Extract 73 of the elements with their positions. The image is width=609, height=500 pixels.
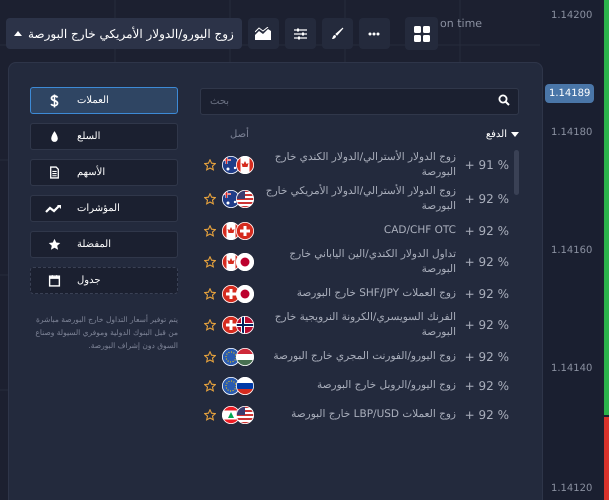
chart-type-button[interactable] xyxy=(248,18,279,49)
currency-flags-icon xyxy=(222,284,254,302)
search-field[interactable]: بحث xyxy=(200,88,519,115)
category-tab[interactable]: المفضلة xyxy=(30,231,178,258)
asset-name: زوج الدولار الأسترالي/الدولار الكندي خارج البورصة xyxy=(274,150,456,180)
current-price-badge: 1.14189 xyxy=(545,84,594,103)
drawing-tools-button[interactable] xyxy=(322,18,353,49)
asset-selector[interactable]: زوج اليورو/الدولار الأمريكي خارج البورصة xyxy=(6,18,242,49)
more-button[interactable] xyxy=(358,18,390,49)
category-tab[interactable]: السلع xyxy=(30,123,178,150)
currency-flags-icon xyxy=(222,156,254,174)
payout-value: + 92 % xyxy=(464,222,509,240)
asset-name: الفرنك السويسري/الكرونة النرويجية خارج البورصة xyxy=(274,310,456,340)
asset-name: تداول الدولار الكندي/الين الياباني خارج البورصة xyxy=(288,247,456,277)
settings-button[interactable] xyxy=(284,18,316,49)
star-icon[interactable] xyxy=(204,288,216,300)
asset-column-header: أصل xyxy=(230,126,249,142)
grid-icon xyxy=(414,26,430,42)
currency-flags-icon xyxy=(222,253,254,271)
payout-value: + 92 % xyxy=(464,406,509,424)
price-label: 1.14140 xyxy=(551,362,592,376)
star-icon[interactable] xyxy=(204,319,216,331)
star-icon[interactable] xyxy=(204,380,216,392)
area-chart-icon xyxy=(255,27,272,40)
star-icon[interactable] xyxy=(204,350,216,362)
price-label: 1.14200 xyxy=(551,9,592,23)
asset-name: زوج الدولار الأسترالي/الدولار الأمريكي خارج البورصة xyxy=(264,184,456,214)
payout-value: + 92 % xyxy=(464,286,509,302)
category-tab[interactable]: جدول xyxy=(30,267,178,294)
category-tab[interactable]: العملات xyxy=(30,87,178,114)
price-label: 1.14120 xyxy=(551,482,592,496)
price-label: 1.14180 xyxy=(551,126,592,140)
star-icon xyxy=(48,238,60,251)
search-icon xyxy=(498,94,510,106)
payout-value: + 92 % xyxy=(464,348,509,366)
currency-flags-icon xyxy=(222,222,254,240)
asset-name: زوج اليورو/الروبل خارج البورصة xyxy=(316,378,456,393)
star-icon[interactable] xyxy=(204,159,216,171)
category-tab[interactable]: الأسهم xyxy=(30,159,178,186)
star-icon[interactable] xyxy=(204,193,216,205)
category-tab[interactable]: المؤشرات xyxy=(30,195,178,222)
scrollbar xyxy=(514,150,519,195)
currency-flags-icon xyxy=(222,316,254,334)
currency-flags-icon xyxy=(222,406,254,424)
layout-button[interactable] xyxy=(405,17,438,50)
sliders-icon xyxy=(294,28,307,40)
document-icon xyxy=(48,166,60,179)
overlay-text: on time xyxy=(440,16,482,32)
asset-name: زوج العملات SHF/JPY خارج البورصة xyxy=(296,286,456,301)
dollar-icon xyxy=(50,94,58,108)
calendar-icon xyxy=(48,274,60,287)
asset-name: CAD/CHF OTC xyxy=(382,223,456,238)
payout-value: + 92 % xyxy=(464,317,509,334)
asset-name: زوج اليورو/الفورنت المجري خارج البورصة xyxy=(272,349,456,364)
currency-flags-icon xyxy=(222,348,254,366)
trend-icon xyxy=(45,202,63,214)
payout-sort-header[interactable]: الدفع xyxy=(486,126,519,142)
star-icon[interactable] xyxy=(204,408,216,420)
star-icon[interactable] xyxy=(204,224,216,236)
payout-value: + 92 % xyxy=(464,254,509,271)
currency-flags-icon xyxy=(222,190,254,208)
caret-icon xyxy=(511,132,519,136)
more-icon xyxy=(368,32,380,36)
star-icon[interactable] xyxy=(204,256,216,268)
brush-icon xyxy=(330,27,344,40)
payout-value: + 91 % xyxy=(464,157,509,174)
currency-flags-icon xyxy=(222,376,254,394)
payout-value: + 92 % xyxy=(464,378,509,394)
asset-name: زوج العملات LBP/USD خارج البورصة xyxy=(290,407,456,422)
asset-row[interactable]: CAD/CHF OTC + 92 % xyxy=(200,216,509,245)
caret-icon xyxy=(14,31,22,36)
price-label: 1.14160 xyxy=(551,244,592,258)
payout-value: + 92 % xyxy=(464,191,509,208)
